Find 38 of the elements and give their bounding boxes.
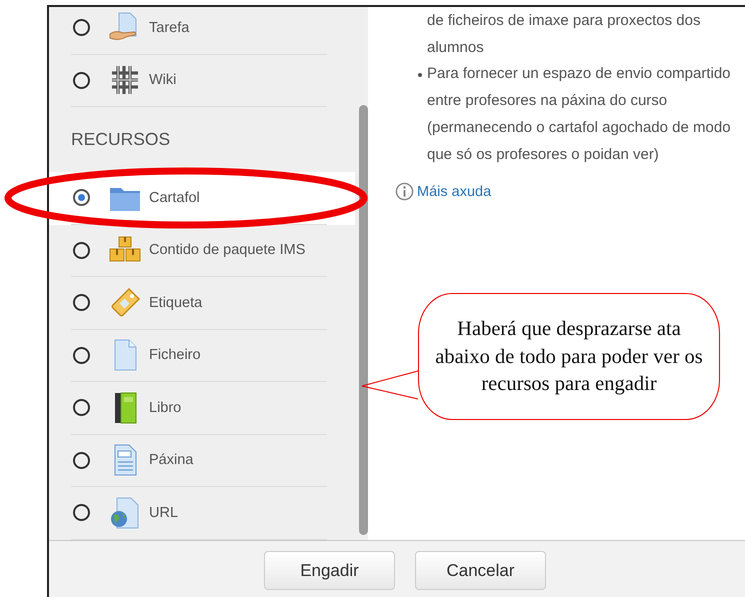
module-row[interactable]: Tarefa	[49, 7, 355, 54]
lattice-icon	[109, 64, 141, 96]
module-row[interactable]: Libro	[49, 382, 355, 434]
module-label[interactable]: Wiki	[149, 72, 176, 88]
module-row[interactable]: Páxina	[49, 434, 355, 487]
help-link[interactable]: Máis axuda	[417, 184, 492, 200]
module-row[interactable]: Etiqueta	[49, 277, 355, 330]
module-label[interactable]: Tarefa	[149, 20, 190, 36]
module-label[interactable]: Cartafol	[149, 190, 200, 206]
callout-tail	[361, 370, 419, 400]
radio-button[interactable]	[73, 452, 90, 469]
module-label[interactable]: Contido de paquete IMS	[149, 242, 306, 258]
callout: Haberá que desprazarse ata abaixo de todo para poder ver os recursos para engadir	[418, 293, 720, 420]
module-row[interactable]: Wiki	[49, 54, 355, 107]
radio-button[interactable]	[73, 72, 90, 89]
tag-icon	[109, 286, 141, 319]
radio-button[interactable]	[73, 399, 90, 416]
globe-document-icon	[109, 496, 141, 529]
module-label[interactable]: Libro	[149, 400, 182, 416]
scrollbar-thumb[interactable]	[359, 105, 368, 535]
info-icon	[395, 182, 414, 202]
module-label[interactable]: Etiqueta	[149, 294, 202, 311]
module-label[interactable]: Páxina	[149, 452, 194, 468]
help-text: de ficheiros de imaxe para proxectos dos alumnos	[427, 11, 702, 58]
add-button[interactable]: Engadir	[264, 551, 395, 590]
radio-button[interactable]	[73, 504, 90, 522]
radio-button[interactable]	[73, 346, 90, 364]
cancel-button[interactable]: Cancelar	[415, 551, 546, 590]
radio-button[interactable]	[73, 242, 90, 259]
radio-button[interactable]	[73, 19, 90, 36]
module-label[interactable]: Ficheiro	[149, 347, 201, 364]
radio-button[interactable]	[73, 294, 90, 312]
module-label[interactable]: URL	[149, 504, 178, 521]
help-text: Para fornecer un espazo de envio compartido entre profesores na páxina do curso (permanecendo o cartafol agochado de modo que só os profesores o poidan ver)	[427, 64, 732, 165]
module-row[interactable]: Ficheiro	[49, 330, 355, 382]
section-heading: RECURSOS	[71, 129, 170, 150]
radio-button[interactable]	[73, 189, 90, 206]
module-row[interactable]: Contido de paquete IMS	[49, 224, 355, 277]
